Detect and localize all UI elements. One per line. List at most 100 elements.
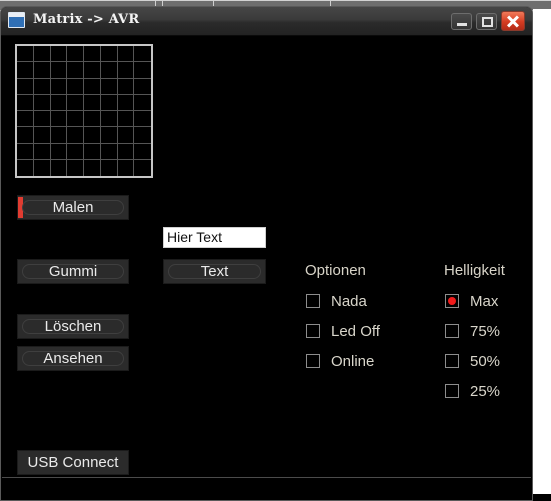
matrix-cell[interactable] <box>17 143 34 160</box>
matrix-cell[interactable] <box>33 127 51 144</box>
matrix-cell[interactable] <box>17 111 34 128</box>
checkbox-helligkeit-25-label: 25% <box>470 382 501 400</box>
checkbox-helligkeit-50[interactable]: 50% <box>445 352 500 370</box>
matrix-cell[interactable] <box>50 127 68 144</box>
matrix-cell[interactable] <box>34 159 51 176</box>
matrix-cell[interactable] <box>50 111 68 128</box>
checkbox-online[interactable]: Online <box>306 352 374 370</box>
matrix-cell[interactable] <box>50 62 68 79</box>
matrix-cell[interactable] <box>33 94 51 111</box>
maximize-button[interactable] <box>476 13 497 30</box>
matrix-cell[interactable] <box>84 111 101 128</box>
matrix-cell[interactable] <box>50 94 68 111</box>
matrix-cell[interactable] <box>134 111 151 128</box>
matrix-cell[interactable] <box>67 94 84 111</box>
matrix-cell[interactable] <box>134 46 151 63</box>
window-client-area: Malen Gummi Löschen Ansehen USB Connect … <box>1 36 532 500</box>
matrix-cell[interactable] <box>84 127 101 144</box>
minimize-button[interactable] <box>451 13 472 30</box>
matrix-cell[interactable] <box>67 78 84 95</box>
checkbox-helligkeit-50-box[interactable] <box>445 354 459 368</box>
checkbox-nada-box[interactable] <box>306 294 320 308</box>
desktop-right-area <box>533 9 551 501</box>
usb-connect-button[interactable]: USB Connect <box>17 450 129 475</box>
matrix-cell[interactable] <box>67 46 84 63</box>
malen-button-label: Malen <box>52 199 94 216</box>
matrix-cell[interactable] <box>67 143 84 160</box>
matrix-cell[interactable] <box>33 111 51 128</box>
checkbox-led-off[interactable]: Led Off <box>306 322 380 340</box>
checkbox-helligkeit-max[interactable]: Max <box>445 292 498 310</box>
malen-button[interactable]: Malen <box>17 195 129 220</box>
matrix-cell[interactable] <box>134 62 151 79</box>
matrix-cell[interactable] <box>50 46 68 63</box>
checkbox-helligkeit-max-label: Max <box>470 292 499 310</box>
matrix-cell[interactable] <box>100 46 118 63</box>
matrix-cell[interactable] <box>117 143 135 160</box>
matrix-cell[interactable] <box>67 62 84 79</box>
optionen-group-title: Optionen <box>305 262 366 279</box>
ansehen-button[interactable]: Ansehen <box>17 346 129 371</box>
matrix-cell[interactable] <box>84 143 101 160</box>
matrix-cell[interactable] <box>17 159 34 176</box>
checkbox-nada-label: Nada <box>331 292 367 310</box>
text-send-button[interactable]: Text <box>163 259 266 284</box>
matrix-cell[interactable] <box>67 159 84 176</box>
text-input[interactable]: Hier Text <box>163 227 266 248</box>
matrix-cell[interactable] <box>67 127 84 144</box>
matrix-cell[interactable] <box>17 78 34 95</box>
matrix-cell[interactable] <box>134 79 151 95</box>
matrix-cell[interactable] <box>84 159 101 176</box>
matrix-cell[interactable] <box>100 143 118 160</box>
matrix-cell[interactable] <box>50 143 68 160</box>
matrix-cell[interactable] <box>134 127 151 144</box>
matrix-cell[interactable] <box>117 46 135 63</box>
matrix-cell[interactable] <box>101 159 118 176</box>
matrix-cell[interactable] <box>100 78 118 95</box>
matrix-cell[interactable] <box>84 94 101 111</box>
close-button[interactable] <box>501 11 525 31</box>
checkbox-nada[interactable]: Nada <box>306 292 367 310</box>
matrix-cell[interactable] <box>134 144 151 160</box>
matrix-cell[interactable] <box>17 127 34 144</box>
matrix-cell[interactable] <box>100 111 118 128</box>
checkbox-helligkeit-75-box[interactable] <box>445 324 459 338</box>
matrix-cell[interactable] <box>17 62 34 79</box>
maximize-icon <box>482 17 493 27</box>
matrix-cell[interactable] <box>118 159 135 176</box>
matrix-cell[interactable] <box>51 159 68 176</box>
matrix-cell[interactable] <box>33 46 51 63</box>
matrix-cell[interactable] <box>33 78 51 95</box>
matrix-cell[interactable] <box>84 46 101 63</box>
matrix-cell[interactable] <box>67 111 84 128</box>
matrix-cell[interactable] <box>17 94 34 111</box>
matrix-cell[interactable] <box>33 62 51 79</box>
matrix-cell[interactable] <box>117 62 135 79</box>
checkbox-online-box[interactable] <box>306 354 320 368</box>
checkbox-helligkeit-25-box[interactable] <box>445 384 459 398</box>
matrix-cell[interactable] <box>134 160 151 176</box>
matrix-cell[interactable] <box>117 94 135 111</box>
matrix-cell[interactable] <box>100 94 118 111</box>
matrix-cell[interactable] <box>117 78 135 95</box>
loeschen-button[interactable]: Löschen <box>17 314 129 339</box>
matrix-cell[interactable] <box>84 62 101 79</box>
matrix-cell[interactable] <box>117 111 135 128</box>
matrix-cell[interactable] <box>117 127 135 144</box>
matrix-cell[interactable] <box>33 143 51 160</box>
application-window: Matrix -> AVR Malen Gummi Löschen Ansehe… <box>0 6 533 501</box>
window-titlebar[interactable]: Matrix -> AVR <box>1 7 532 36</box>
checkbox-helligkeit-75[interactable]: 75% <box>445 322 500 340</box>
checkbox-helligkeit-max-box[interactable] <box>445 294 459 308</box>
checkbox-led-off-box[interactable] <box>306 324 320 338</box>
led-matrix-canvas[interactable] <box>15 44 153 178</box>
matrix-cell[interactable] <box>84 78 101 95</box>
gummi-button[interactable]: Gummi <box>17 259 129 284</box>
matrix-cell[interactable] <box>100 127 118 144</box>
matrix-cell[interactable] <box>17 46 34 63</box>
matrix-cell[interactable] <box>50 78 68 95</box>
matrix-cell[interactable] <box>134 95 151 111</box>
checkbox-helligkeit-25[interactable]: 25% <box>445 382 500 400</box>
window-app-icon <box>8 12 25 28</box>
matrix-cell[interactable] <box>100 62 118 79</box>
